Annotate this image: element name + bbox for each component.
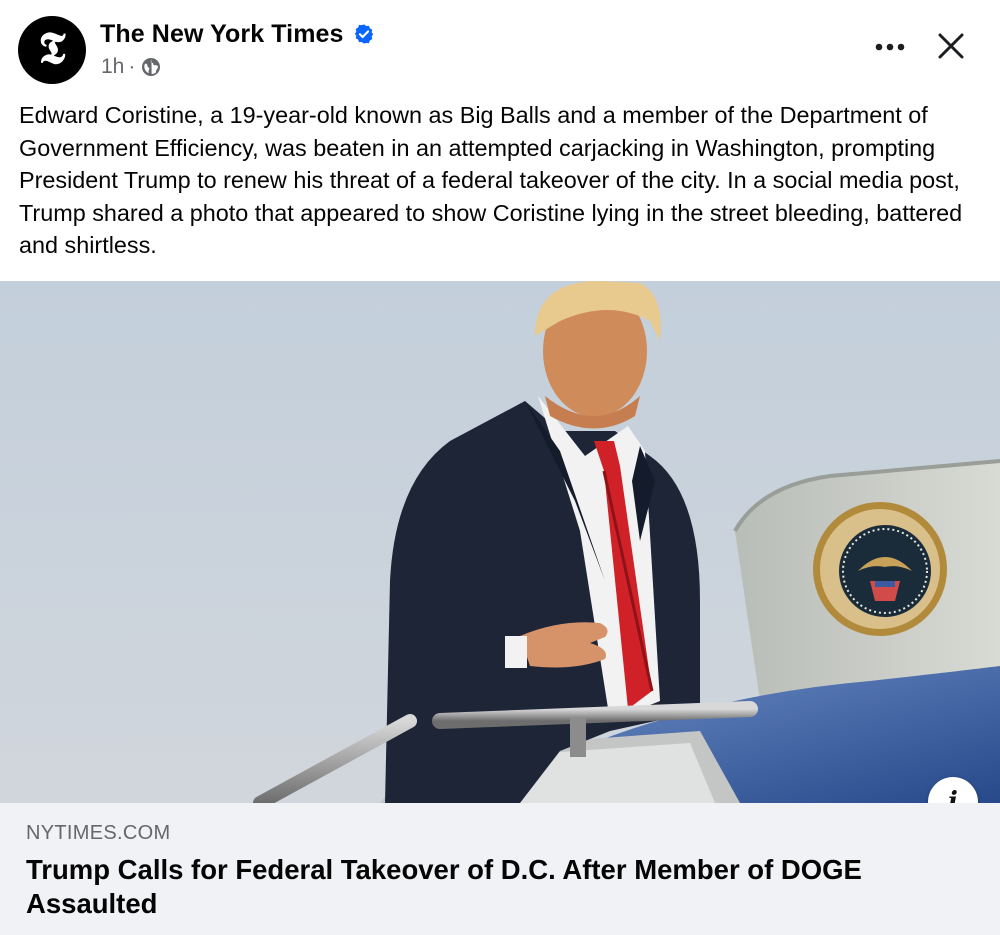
page-name-row: The New York Times [100, 17, 375, 51]
verified-badge-icon [353, 23, 375, 45]
meta-separator: · [128, 55, 136, 78]
feed-post: 𝕿 The New York Times 1h · Edward Coristi… [0, 0, 1000, 935]
link-preview-card[interactable]: NYTIMES.COM Trump Calls for Federal Take… [0, 803, 1000, 935]
post-text: Edward Coristine, a 19-year-old known as… [19, 102, 963, 258]
globe-icon [141, 57, 161, 77]
nyt-logo-icon: 𝕿 [38, 23, 66, 74]
page-avatar[interactable]: 𝕿 [18, 16, 86, 84]
more-options-button[interactable] [868, 30, 912, 64]
link-domain: NYTIMES.COM [26, 822, 171, 844]
post-header: 𝕿 The New York Times 1h · [0, 0, 1000, 95]
post-meta: 1h · [101, 54, 161, 80]
close-button[interactable] [930, 25, 972, 67]
link-title: Trump Calls for Federal Takeover of D.C.… [26, 854, 862, 919]
close-icon [938, 33, 964, 59]
more-horizontal-icon [875, 43, 905, 51]
page-name[interactable]: The New York Times [100, 20, 344, 49]
link-preview-image[interactable] [0, 281, 1000, 803]
post-timestamp[interactable]: 1h [101, 55, 124, 79]
